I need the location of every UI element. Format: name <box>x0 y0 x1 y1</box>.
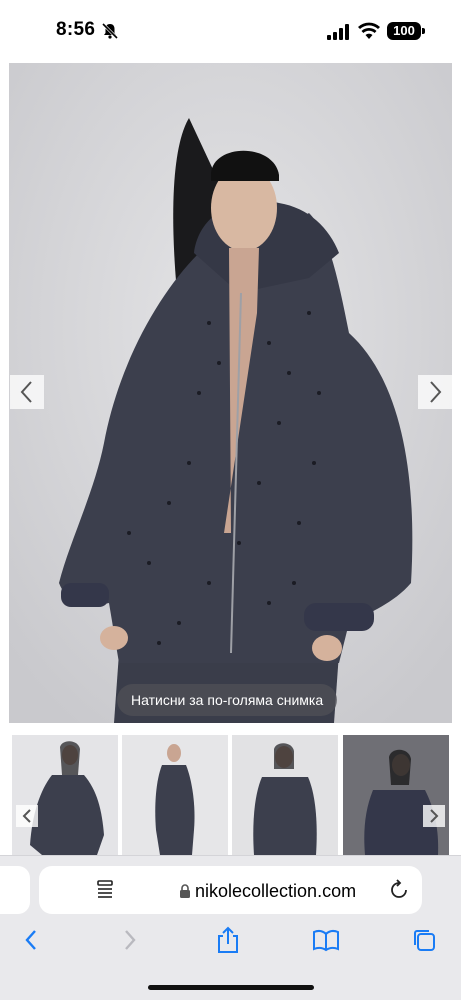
bell-slash-icon <box>101 22 119 40</box>
home-indicator <box>148 985 314 990</box>
browser-toolbar <box>0 924 461 960</box>
next-image-button[interactable] <box>418 375 452 409</box>
share-icon <box>218 926 238 953</box>
tabs-button[interactable] <box>408 924 440 956</box>
reload-icon[interactable] <box>388 879 410 901</box>
book-icon <box>313 929 339 952</box>
thumbnail-1[interactable] <box>12 735 118 855</box>
battery-tip <box>422 28 425 34</box>
chevron-right-icon <box>430 809 439 823</box>
thumbnail-photo <box>343 735 449 855</box>
wifi-icon <box>358 22 380 39</box>
bookmarks-button[interactable] <box>310 924 342 956</box>
page-menu-icon[interactable] <box>95 879 115 901</box>
address-bar[interactable]: nikolecollection.com <box>39 866 422 914</box>
cellular-signal-icon <box>327 24 349 40</box>
previous-tab-preview[interactable] <box>0 866 30 914</box>
thumbnail-photo <box>30 741 104 855</box>
lock-icon <box>180 884 190 898</box>
url-text: nikolecollection.com <box>195 881 357 901</box>
thumbnail-3[interactable] <box>232 735 338 855</box>
chevron-right-icon <box>430 381 442 403</box>
back-button[interactable] <box>15 924 47 956</box>
browser-bottom-bar: nikolecollection.com <box>0 855 461 1000</box>
zoom-hint[interactable]: Натисни за по-голяма снимка <box>117 684 338 716</box>
thumbnails-prev-button[interactable] <box>16 805 38 827</box>
thumbnail-strip <box>0 735 461 855</box>
chevron-left-icon <box>22 809 31 823</box>
battery-indicator: 100 <box>387 22 421 40</box>
prev-image-button[interactable] <box>10 375 44 409</box>
back-arrow-icon <box>25 930 36 950</box>
thumbnail-photo <box>253 743 317 855</box>
thumbnail-photo <box>155 744 195 855</box>
product-photo <box>9 63 452 723</box>
status-time: 8:56 <box>56 19 96 40</box>
forward-arrow-icon <box>125 930 136 950</box>
status-bar: 8:56 100 <box>0 0 461 62</box>
thumbnail-4[interactable] <box>343 735 449 855</box>
thumbnails-next-button[interactable] <box>423 805 445 827</box>
share-button[interactable] <box>212 924 244 956</box>
tabs-icon <box>414 930 435 951</box>
product-main-image[interactable] <box>9 63 452 723</box>
chevron-left-icon <box>20 381 32 403</box>
forward-button[interactable] <box>114 924 146 956</box>
thumbnail-2[interactable] <box>122 735 228 855</box>
